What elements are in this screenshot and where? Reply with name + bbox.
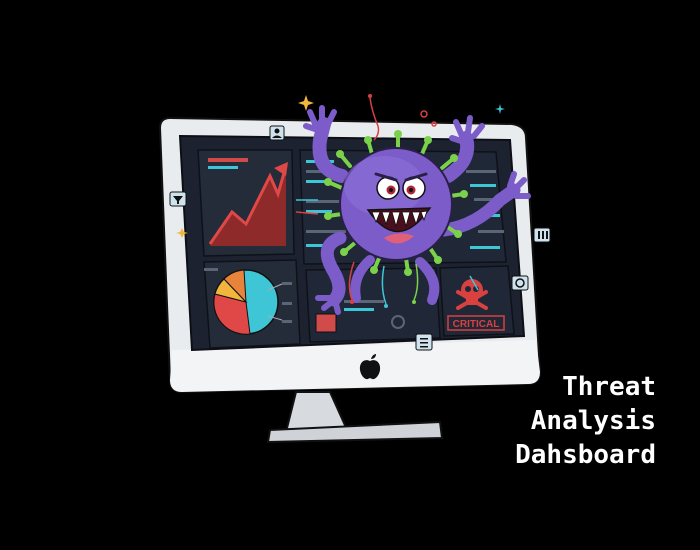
trend-panel	[197, 149, 295, 257]
caption-line-3: Dahsboard	[515, 440, 656, 470]
critical-panel: CRITICAL	[439, 265, 515, 337]
pie-panel	[203, 259, 301, 349]
critical-label: CRITICAL	[453, 319, 500, 330]
caption-line-1: Threat	[562, 372, 656, 402]
caption-line-2: Analysis	[530, 406, 656, 436]
user-icon	[269, 125, 285, 141]
monitor-stand	[266, 391, 444, 444]
caption: Threat Analysis Dahsboard	[515, 370, 656, 472]
bars-icon	[533, 227, 551, 243]
document-icon	[415, 333, 433, 351]
filter-icon	[169, 191, 187, 207]
pie-chart-icon	[213, 269, 279, 335]
refresh-icon	[511, 275, 529, 291]
